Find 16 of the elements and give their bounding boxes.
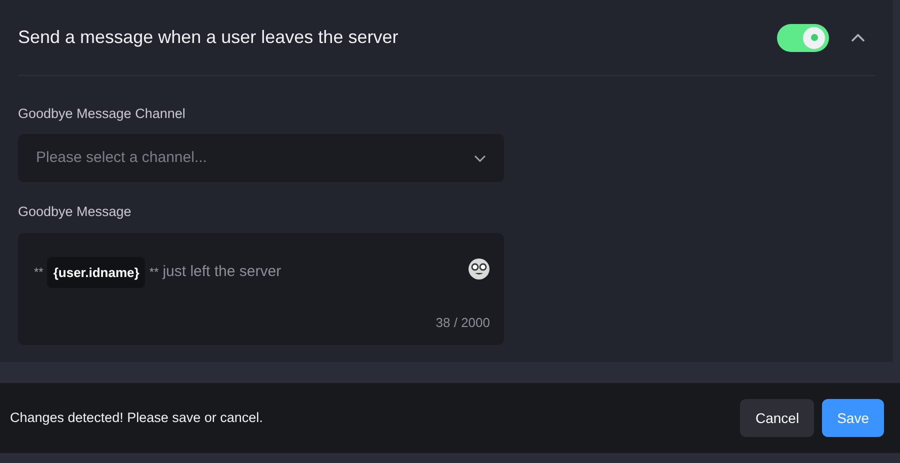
field-label: Goodbye Message Channel: [18, 105, 186, 123]
message-text: just left the server: [162, 262, 282, 282]
character-counter: 38 / 2000: [436, 314, 490, 332]
markdown-marker: **: [34, 264, 44, 282]
cancel-button[interactable]: Cancel: [740, 399, 814, 437]
field-label: Goodbye Message: [18, 203, 132, 222]
toggle-switch[interactable]: [777, 24, 829, 52]
markdown-marker: **: [149, 264, 159, 282]
section-title: Send a message when a user leaves the server: [18, 26, 400, 49]
chevron-down-icon: [474, 154, 486, 162]
chevron-up-icon[interactable]: [849, 31, 867, 44]
message-textarea[interactable]: ** {user.idname} ** just left the server 38 / 2000: [18, 232, 504, 344]
variable-tag: {user.idname}: [47, 256, 146, 288]
channel-select[interactable]: Please select a channel...: [18, 134, 504, 182]
emoji-icon[interactable]: [468, 258, 490, 280]
save-prompt: Changes detected! Please save or cancel.: [10, 408, 263, 427]
